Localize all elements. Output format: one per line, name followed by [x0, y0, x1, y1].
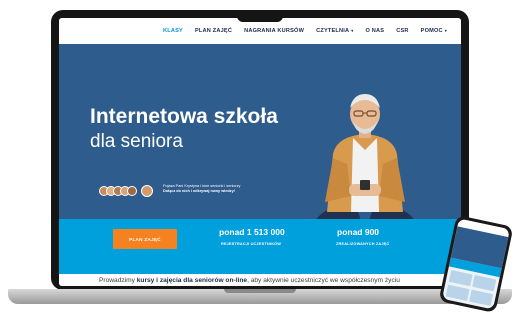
stat-registrations-value: ponad 1 513 000 [219, 227, 285, 237]
hero-section: Internetowa szkoła dla seniora Pojaza Pa… [59, 44, 461, 246]
nav-item-csr[interactable]: CSR [396, 28, 408, 34]
camera-notch [237, 10, 283, 22]
nav-item-czytelnia-label: CZYTELNIA [316, 28, 350, 34]
nav-item-nagrania-kursow[interactable]: NAGRANIA KURSÓW [244, 28, 304, 34]
chevron-down-icon: ▾ [444, 28, 447, 33]
hero-subtitle: dla seniora [90, 131, 183, 152]
nav-item-klasy[interactable]: KLASY [163, 28, 183, 34]
stat-registrations-label: REJESTRACJI UCZESTNIKÓW [221, 242, 282, 246]
phone-card [472, 274, 497, 292]
avatar-group [99, 186, 137, 198]
phone-card [445, 284, 470, 301]
intro-suffix: , aby aktywnie uczestniczyć we współczes… [247, 277, 400, 284]
website-screen: KLASY PLAN ZAJĘĆ NAGRANIA KURSÓW CZYTELN… [59, 18, 461, 286]
avatar [141, 185, 153, 197]
chevron-down-icon: ▾ [351, 28, 354, 33]
hero-title: Internetowa szkoła [90, 105, 278, 128]
nav-item-plan-zajec[interactable]: PLAN ZAJĘĆ [195, 28, 232, 34]
plan-zajec-button[interactable]: PLAN ZAJĘĆ [113, 229, 177, 249]
stat-classes-label: ZREALIZOWANYCH ZAJĘĆ [336, 242, 390, 246]
stats-band: PLAN ZAJĘĆ ponad 1 513 000 REJESTRACJI U… [59, 219, 461, 274]
intro-section: Prowadzimy kursy i zajęcia dla seniorów … [59, 274, 461, 286]
nav-item-pomoc-label: POMOC [420, 28, 443, 34]
nav-item-pomoc[interactable]: POMOC ▾ [421, 28, 447, 34]
social-proof-text: Pojaza Pani Krystyna i inne seniorki i s… [163, 184, 240, 194]
intro-prefix: Prowadzimy [99, 277, 137, 284]
intro-text: Prowadzimy kursy i zajęcia dla seniorów … [99, 277, 400, 284]
intro-bold: kursy i zajęcia dla seniorów on-line [136, 277, 248, 284]
laptop-hinge [224, 289, 296, 293]
phone-card [469, 289, 494, 306]
avatar [127, 186, 137, 196]
nav-item-czytelnia[interactable]: CZYTELNIA ▾ [316, 28, 353, 34]
social-proof-cta-line: Dołącz do nich i odkrywaj nowy wiedzy! [163, 189, 235, 193]
stat-classes-value: ponad 900 [337, 227, 380, 237]
nav-item-o-nas[interactable]: O NAS [366, 28, 385, 34]
phone-card [448, 269, 473, 287]
